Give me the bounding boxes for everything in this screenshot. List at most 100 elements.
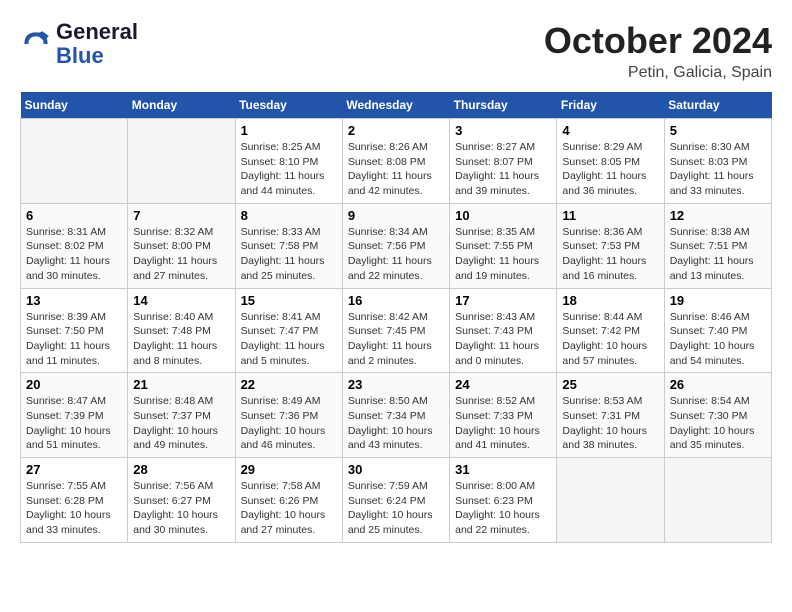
calendar-cell: 9 Sunrise: 8:34 AM Sunset: 7:56 PM Daylig… [342,203,449,288]
day-number: 6 [26,208,122,223]
weekday-header-thursday: Thursday [450,92,557,119]
calendar-cell: 31Sunrise: 8:00 AM Sunset: 6:23 PM Dayli… [450,458,557,543]
calendar-week-row: 6 Sunrise: 8:31 AM Sunset: 8:02 PM Daylig… [21,203,772,288]
calendar-cell: 13Sunrise: 8:39 AM Sunset: 7:50 PM Dayli… [21,288,128,373]
calendar-week-row: 1Sunrise: 8:25 AM Sunset: 8:10 PM Daylig… [21,119,772,204]
calendar-cell: 21 Sunrise: 8:48 AM Sunset: 7:37 PM Dayli… [128,373,235,458]
day-info: Sunrise: 8:43 AM Sunset: 7:43 PM Dayligh… [455,310,551,369]
day-info: Sunrise: 8:52 AM Sunset: 7:33 PM Dayligh… [455,394,551,453]
logo-blue: Blue [56,43,104,68]
calendar-week-row: 20 Sunrise: 8:47 AM Sunset: 7:39 PM Dayli… [21,373,772,458]
day-info: Sunrise: 7:58 AM Sunset: 6:26 PM Dayligh… [241,479,337,538]
calendar-cell: 7Sunrise: 8:32 AM Sunset: 8:00 PM Daylig… [128,203,235,288]
day-number: 2 [348,123,444,138]
day-number: 24 [455,377,551,392]
day-info: Sunrise: 8:35 AM Sunset: 7:55 PM Dayligh… [455,225,551,284]
day-number: 7 [133,208,229,223]
weekday-header-friday: Friday [557,92,664,119]
logo-general: General [56,19,138,44]
calendar-cell: 15Sunrise: 8:41 AM Sunset: 7:47 PM Dayli… [235,288,342,373]
calendar-cell: 3 Sunrise: 8:27 AM Sunset: 8:07 PM Daylig… [450,119,557,204]
day-info: Sunrise: 8:36 AM Sunset: 7:53 PM Dayligh… [562,225,658,284]
month-title: October 2024 [544,20,772,62]
calendar-cell: 18 Sunrise: 8:44 AM Sunset: 7:42 PM Dayli… [557,288,664,373]
day-info: Sunrise: 8:26 AM Sunset: 8:08 PM Dayligh… [348,140,444,199]
calendar-cell: 8Sunrise: 8:33 AM Sunset: 7:58 PM Daylig… [235,203,342,288]
calendar-cell [21,119,128,204]
calendar-cell: 4 Sunrise: 8:29 AM Sunset: 8:05 PM Daylig… [557,119,664,204]
title-block: October 2024 Petin, Galicia, Spain [544,20,772,82]
page-header: General Blue October 2024 Petin, Galicia… [20,20,772,82]
day-number: 27 [26,462,122,477]
weekday-header-sunday: Sunday [21,92,128,119]
calendar-cell: 5Sunrise: 8:30 AM Sunset: 8:03 PM Daylig… [664,119,771,204]
calendar-table: SundayMondayTuesdayWednesdayThursdayFrid… [20,92,772,543]
calendar-cell: 11 Sunrise: 8:36 AM Sunset: 7:53 PM Dayli… [557,203,664,288]
day-info: Sunrise: 8:48 AM Sunset: 7:37 PM Dayligh… [133,394,229,453]
calendar-week-row: 13Sunrise: 8:39 AM Sunset: 7:50 PM Dayli… [21,288,772,373]
weekday-header-wednesday: Wednesday [342,92,449,119]
calendar-cell: 10 Sunrise: 8:35 AM Sunset: 7:55 PM Dayli… [450,203,557,288]
weekday-header-saturday: Saturday [664,92,771,119]
calendar-cell: 26Sunrise: 8:54 AM Sunset: 7:30 PM Dayli… [664,373,771,458]
calendar-cell: 25Sunrise: 8:53 AM Sunset: 7:31 PM Dayli… [557,373,664,458]
day-info: Sunrise: 8:44 AM Sunset: 7:42 PM Dayligh… [562,310,658,369]
day-number: 21 [133,377,229,392]
logo: General Blue [20,20,138,68]
day-info: Sunrise: 7:55 AM Sunset: 6:28 PM Dayligh… [26,479,122,538]
day-number: 12 [670,208,766,223]
day-number: 4 [562,123,658,138]
calendar-cell: 29 Sunrise: 7:58 AM Sunset: 6:26 PM Dayli… [235,458,342,543]
day-number: 1 [241,123,337,138]
calendar-cell: 17 Sunrise: 8:43 AM Sunset: 7:43 PM Dayli… [450,288,557,373]
day-info: Sunrise: 8:42 AM Sunset: 7:45 PM Dayligh… [348,310,444,369]
day-number: 17 [455,293,551,308]
day-info: Sunrise: 8:38 AM Sunset: 7:51 PM Dayligh… [670,225,766,284]
day-number: 16 [348,293,444,308]
day-info: Sunrise: 8:53 AM Sunset: 7:31 PM Dayligh… [562,394,658,453]
day-info: Sunrise: 8:34 AM Sunset: 7:56 PM Dayligh… [348,225,444,284]
day-info: Sunrise: 7:56 AM Sunset: 6:27 PM Dayligh… [133,479,229,538]
day-info: Sunrise: 8:46 AM Sunset: 7:40 PM Dayligh… [670,310,766,369]
calendar-cell [128,119,235,204]
day-info: Sunrise: 8:31 AM Sunset: 8:02 PM Dayligh… [26,225,122,284]
day-info: Sunrise: 8:41 AM Sunset: 7:47 PM Dayligh… [241,310,337,369]
day-info: Sunrise: 8:54 AM Sunset: 7:30 PM Dayligh… [670,394,766,453]
day-number: 11 [562,208,658,223]
calendar-cell: 19 Sunrise: 8:46 AM Sunset: 7:40 PM Dayli… [664,288,771,373]
weekday-header-monday: Monday [128,92,235,119]
calendar-cell: 28 Sunrise: 7:56 AM Sunset: 6:27 PM Dayli… [128,458,235,543]
day-number: 23 [348,377,444,392]
calendar-cell: 12 Sunrise: 8:38 AM Sunset: 7:51 PM Dayli… [664,203,771,288]
day-info: Sunrise: 8:47 AM Sunset: 7:39 PM Dayligh… [26,394,122,453]
day-info: Sunrise: 8:33 AM Sunset: 7:58 PM Dayligh… [241,225,337,284]
day-info: Sunrise: 8:27 AM Sunset: 8:07 PM Dayligh… [455,140,551,199]
day-number: 29 [241,462,337,477]
day-number: 18 [562,293,658,308]
weekday-header-tuesday: Tuesday [235,92,342,119]
day-info: Sunrise: 8:40 AM Sunset: 7:48 PM Dayligh… [133,310,229,369]
day-number: 5 [670,123,766,138]
day-info: Sunrise: 8:00 AM Sunset: 6:23 PM Dayligh… [455,479,551,538]
day-number: 14 [133,293,229,308]
calendar-header-row: SundayMondayTuesdayWednesdayThursdayFrid… [21,92,772,119]
day-number: 20 [26,377,122,392]
calendar-cell: 1Sunrise: 8:25 AM Sunset: 8:10 PM Daylig… [235,119,342,204]
day-number: 28 [133,462,229,477]
calendar-cell: 14 Sunrise: 8:40 AM Sunset: 7:48 PM Dayli… [128,288,235,373]
calendar-cell [557,458,664,543]
logo-icon [20,28,52,60]
day-info: Sunrise: 7:59 AM Sunset: 6:24 PM Dayligh… [348,479,444,538]
calendar-cell: 22Sunrise: 8:49 AM Sunset: 7:36 PM Dayli… [235,373,342,458]
day-number: 9 [348,208,444,223]
day-info: Sunrise: 8:39 AM Sunset: 7:50 PM Dayligh… [26,310,122,369]
day-number: 22 [241,377,337,392]
calendar-cell: 6 Sunrise: 8:31 AM Sunset: 8:02 PM Daylig… [21,203,128,288]
day-number: 3 [455,123,551,138]
day-info: Sunrise: 8:29 AM Sunset: 8:05 PM Dayligh… [562,140,658,199]
calendar-body: 1Sunrise: 8:25 AM Sunset: 8:10 PM Daylig… [21,119,772,543]
day-number: 10 [455,208,551,223]
day-number: 19 [670,293,766,308]
calendar-cell: 30Sunrise: 7:59 AM Sunset: 6:24 PM Dayli… [342,458,449,543]
calendar-cell: 16 Sunrise: 8:42 AM Sunset: 7:45 PM Dayli… [342,288,449,373]
